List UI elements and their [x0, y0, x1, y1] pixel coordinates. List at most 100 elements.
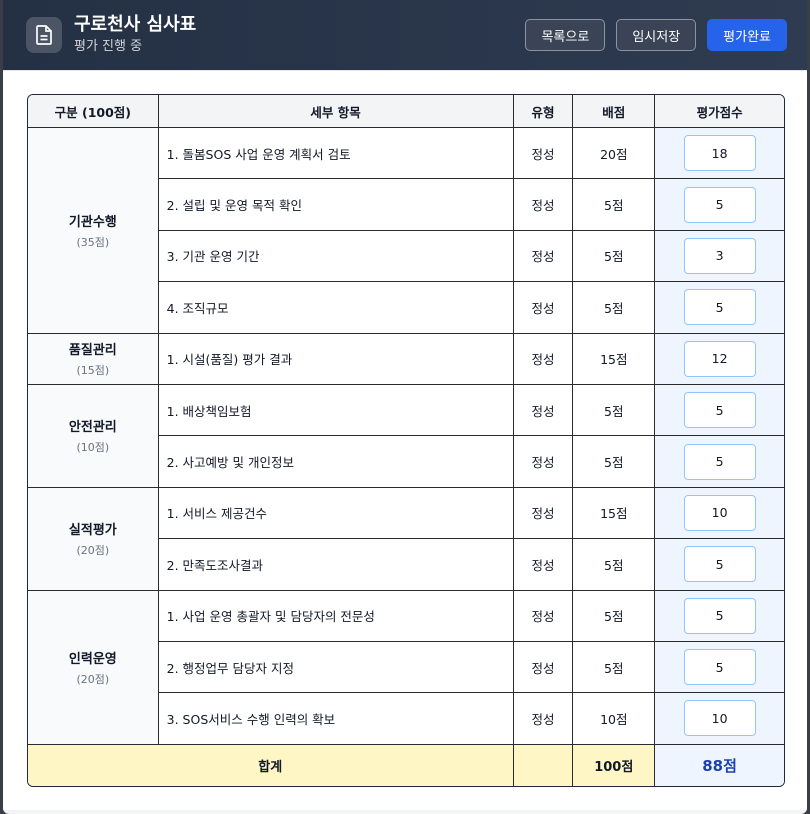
- score-input[interactable]: [683, 443, 756, 480]
- type-cell: 정성: [513, 230, 574, 283]
- main-content: 구분 (100점) 세부 항목 유형 배점 평가점수 기관수행 (35점) 1.…: [3, 70, 807, 810]
- type-cell: 정성: [513, 539, 574, 591]
- points-cell: 5점: [573, 590, 656, 642]
- category-cell: 인력운영 (20점): [28, 590, 159, 745]
- points-cell: 5점: [573, 384, 656, 437]
- evaluation-table: 구분 (100점) 세부 항목 유형 배점 평가점수 기관수행 (35점) 1.…: [27, 94, 785, 787]
- points-cell: 5점: [573, 282, 656, 334]
- score-cell: [655, 230, 784, 283]
- score-cell: [655, 436, 784, 488]
- header-bar: 구로천사 심사표 평가 진행 중 목록으로 임시저장 평가완료: [3, 0, 807, 70]
- item-cell: 1. 배상책임보험: [158, 384, 514, 437]
- type-cell: 정성: [513, 282, 574, 334]
- type-cell: 정성: [513, 590, 574, 642]
- table-row: 인력운영 (20점) 1. 사업 운영 총괄자 및 담당자의 전문성 정성 5점: [28, 590, 784, 745]
- category-name: 실적평가: [68, 523, 117, 539]
- points-cell: 5점: [573, 436, 656, 488]
- complete-evaluation-button[interactable]: 평가완료: [707, 19, 787, 51]
- score-cell: [655, 179, 784, 231]
- table-row: 품질관리 (15점) 1. 시설(품질) 평가 결과 정성 15점: [28, 333, 784, 385]
- category-name: 품질관리: [68, 343, 117, 359]
- category-points: (35점): [76, 235, 110, 249]
- header-category: 구분 (100점): [28, 95, 159, 128]
- item-cell: 1. 사업 운영 총괄자 및 담당자의 전문성: [158, 590, 514, 642]
- category-cell: 안전관리 (10점): [28, 384, 159, 488]
- type-cell: 정성: [513, 333, 574, 385]
- total-type: [513, 744, 574, 786]
- item-cell: 1. 서비스 제공건수: [158, 487, 514, 540]
- total-label: 합계: [28, 744, 514, 786]
- back-to-list-button[interactable]: 목록으로: [525, 19, 606, 51]
- header-points: 배점: [573, 95, 656, 128]
- score-input[interactable]: [683, 289, 756, 326]
- header-score: 평가점수: [655, 95, 784, 128]
- score-cell: [655, 539, 784, 591]
- item-cell: 2. 설립 및 운영 목적 확인: [158, 179, 514, 231]
- score-input[interactable]: [683, 186, 756, 223]
- score-input[interactable]: [683, 392, 756, 429]
- header-type: 유형: [513, 95, 574, 128]
- item-cell: 1. 돌봄SOS 사업 운영 계획서 검토: [158, 128, 514, 180]
- score-input[interactable]: [683, 649, 756, 686]
- points-cell: 5점: [573, 230, 656, 283]
- category-cell: 실적평가 (20점): [28, 487, 159, 591]
- points-cell: 5점: [573, 641, 656, 694]
- score-cell: [655, 590, 784, 642]
- item-cell: 1. 시설(품질) 평가 결과: [158, 333, 514, 385]
- score-cell: [655, 333, 784, 385]
- item-cell: 3. SOS서비스 수행 인력의 확보: [158, 693, 514, 745]
- type-cell: 정성: [513, 179, 574, 231]
- score-input[interactable]: [683, 597, 756, 634]
- window: 구로천사 심사표 평가 진행 중 목록으로 임시저장 평가완료 구분 (100점…: [3, 0, 807, 814]
- document-icon: [26, 17, 62, 53]
- category-cell: 기관수행 (35점): [28, 128, 159, 334]
- item-cell: 2. 행정업무 담당자 지정: [158, 641, 514, 694]
- points-cell: 10점: [573, 693, 656, 745]
- save-draft-button[interactable]: 임시저장: [616, 19, 697, 51]
- points-cell: 15점: [573, 487, 656, 540]
- points-cell: 20점: [573, 128, 656, 180]
- score-cell: [655, 282, 784, 334]
- score-cell: [655, 384, 784, 437]
- category-points: (15점): [76, 364, 110, 378]
- table-row: 실적평가 (20점) 1. 서비스 제공건수 정성 15점: [28, 487, 784, 591]
- type-cell: 정성: [513, 384, 574, 437]
- total-row: 합계 100점 88점: [28, 744, 784, 786]
- header-titles: 구로천사 심사표 평가 진행 중: [74, 14, 514, 56]
- item-cell: 3. 기관 운영 기간: [158, 230, 514, 283]
- category-name: 인력운영: [68, 651, 117, 667]
- points-cell: 15점: [573, 333, 656, 385]
- points-cell: 5점: [573, 179, 656, 231]
- score-input[interactable]: [683, 546, 756, 583]
- total-points: 100점: [573, 744, 656, 786]
- type-cell: 정성: [513, 436, 574, 488]
- score-cell: [655, 128, 784, 180]
- page-subtitle: 평가 진행 중: [74, 39, 143, 54]
- category-cell: 품질관리 (15점): [28, 333, 159, 385]
- type-cell: 정성: [513, 487, 574, 540]
- score-input[interactable]: [683, 340, 756, 377]
- item-cell: 2. 만족도조사결과: [158, 539, 514, 591]
- score-cell: [655, 487, 784, 540]
- table-row: 안전관리 (10점) 1. 배상책임보험 정성 5점: [28, 384, 784, 488]
- type-cell: 정성: [513, 693, 574, 745]
- category-name: 안전관리: [68, 420, 117, 436]
- score-cell: [655, 641, 784, 694]
- type-cell: 정성: [513, 641, 574, 694]
- category-points: (20점): [76, 672, 110, 686]
- category-points: (20점): [76, 544, 110, 558]
- score-input[interactable]: [683, 700, 756, 737]
- points-cell: 5점: [573, 539, 656, 591]
- score-input[interactable]: [683, 237, 756, 274]
- score-input[interactable]: [683, 494, 756, 531]
- category-points: (10점): [76, 441, 110, 455]
- item-cell: 2. 사고예방 및 개인정보: [158, 436, 514, 488]
- category-name: 기관수행: [68, 214, 117, 230]
- score-input[interactable]: [683, 135, 756, 172]
- page-title: 구로천사 심사표: [74, 14, 197, 35]
- table-header-row: 구분 (100점) 세부 항목 유형 배점 평가점수: [28, 95, 784, 128]
- score-cell: [655, 693, 784, 745]
- total-score: 88점: [655, 744, 784, 786]
- table-row: 기관수행 (35점) 1. 돌봄SOS 사업 운영 계획서 검토 정성 20점: [28, 128, 784, 334]
- type-cell: 정성: [513, 128, 574, 180]
